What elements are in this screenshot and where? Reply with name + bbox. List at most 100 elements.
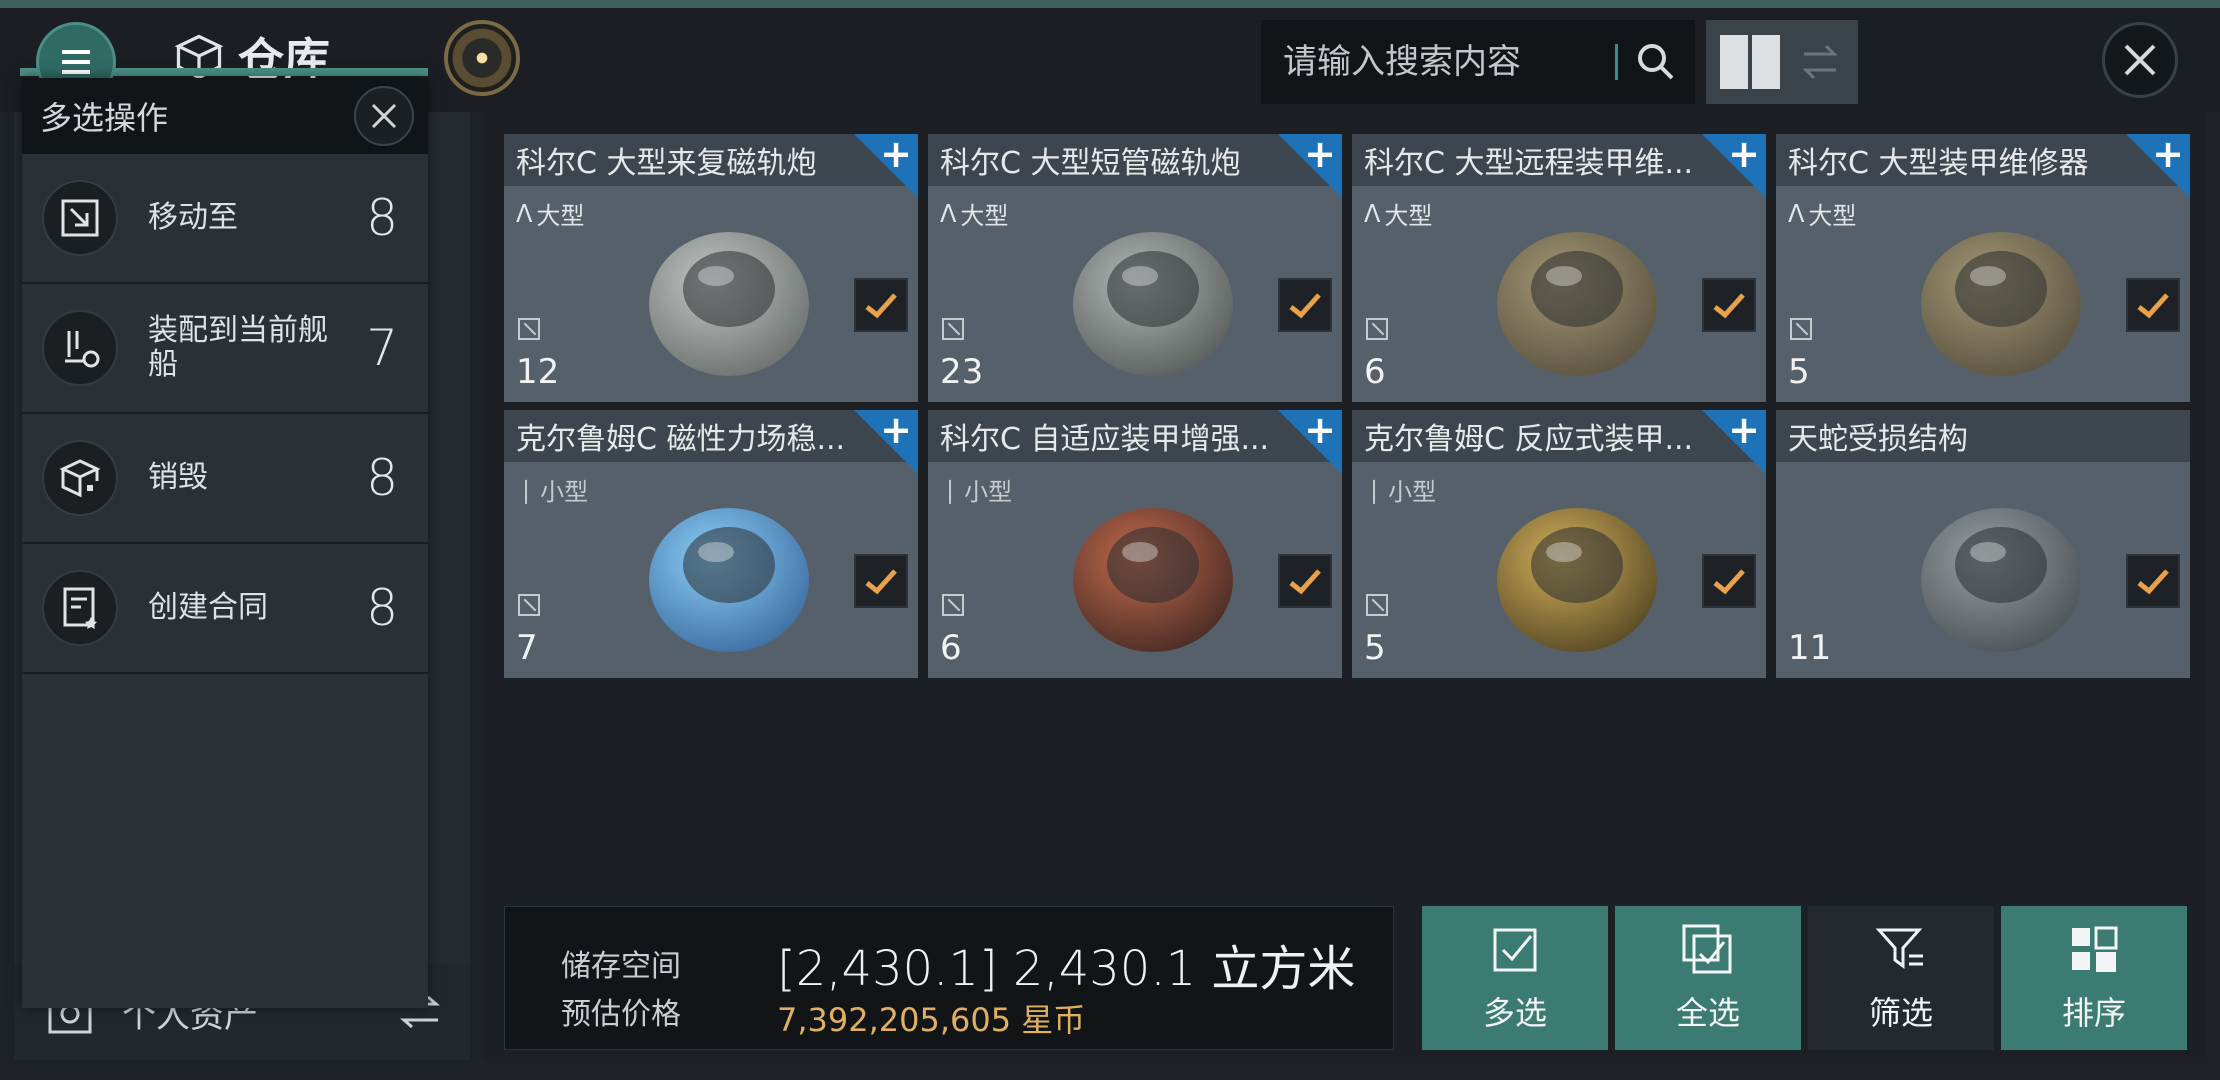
storage-space-label: 储存空间 (561, 949, 681, 984)
unfitted-icon (518, 318, 540, 340)
sort-label: 排序 (2061, 994, 2126, 1032)
item-card[interactable]: 科尔C 大型来复磁轨炮 + ᐱ 大型 12 (504, 134, 918, 402)
item-card[interactable]: 天蛇受损结构 11 (1776, 410, 2190, 678)
item-card[interactable]: 科尔C 大型装甲维修器 + ᐱ 大型 5 (1776, 134, 2190, 402)
item-image-icon (1921, 232, 2081, 376)
item-image-icon (1497, 508, 1657, 652)
item-quantity: 6 (940, 628, 962, 668)
menu-icon (62, 50, 90, 74)
plus-icon[interactable]: + (1304, 410, 1336, 450)
size-class-icon: ᐱ (1788, 199, 1805, 228)
item-size-label: 大型 (1808, 202, 1857, 230)
popup-close-button[interactable] (354, 86, 414, 146)
size-class-icon: ❘ (940, 475, 961, 504)
contract-icon (42, 570, 118, 646)
unfitted-icon (942, 318, 964, 340)
checkmark-icon (1289, 569, 1321, 595)
multi-select-icon (1493, 928, 1537, 972)
item-checkbox[interactable] (1702, 278, 1756, 332)
close-warehouse-button[interactable] (2102, 22, 2178, 98)
swap-view-icon[interactable] (1798, 40, 1842, 84)
view-toggle[interactable] (1706, 20, 1858, 104)
multi-select-popup: 多选操作 移动至 8 装配到当前舰船 7 销毁 8 创建合同 8 (22, 78, 428, 1008)
close-icon (371, 103, 397, 129)
popup-item-count: 8 (366, 189, 398, 247)
item-size-label: 大型 (536, 202, 585, 230)
checkmark-icon (1289, 293, 1321, 319)
popup-item-count: 8 (366, 449, 398, 507)
filter-button[interactable]: 筛选 (1808, 906, 1994, 1050)
plus-icon[interactable]: + (880, 134, 912, 174)
search-icon[interactable] (1632, 38, 1680, 86)
checkmark-icon (865, 569, 897, 595)
select-all-button[interactable]: 全选 (1615, 906, 1801, 1050)
item-checkbox[interactable] (854, 554, 908, 608)
item-size-label: 小型 (540, 478, 589, 506)
item-name: 天蛇受损结构 (1776, 410, 2190, 462)
search-cursor (1615, 44, 1618, 80)
size-class-icon: ❘ (1364, 475, 1385, 504)
fit-ship-icon (42, 310, 118, 386)
popup-title: 多选操作 (40, 99, 169, 137)
sort-icon (2072, 926, 2118, 972)
plus-icon[interactable]: + (1728, 410, 1760, 450)
item-size: ❘ 小型 (516, 472, 588, 507)
item-card[interactable]: 克尔鲁姆C 磁性力场稳... + ❘ 小型 7 (504, 410, 918, 678)
select-all-icon (1682, 924, 1732, 974)
move-to-icon (42, 180, 118, 256)
popup-item-label: 创建合同 (148, 590, 268, 625)
estimated-price-value: 7,392,205,605 星币 (777, 1001, 1086, 1039)
popup-item-move-to[interactable]: 移动至 8 (22, 154, 428, 284)
item-card[interactable]: 克尔鲁姆C 反应式装甲... + ❘ 小型 5 (1352, 410, 1766, 678)
popup-item-fit-ship[interactable]: 装配到当前舰船 7 (22, 284, 428, 414)
top-accent-line (0, 0, 2220, 8)
item-image-icon (1497, 232, 1657, 376)
popup-item-destroy[interactable]: 销毁 8 (22, 414, 428, 544)
popup-item-count: 8 (366, 579, 398, 637)
item-checkbox[interactable] (2126, 278, 2180, 332)
grid-view-icon[interactable] (1720, 35, 1780, 89)
plus-icon[interactable]: + (1728, 134, 1760, 174)
item-size-label: 大型 (1384, 202, 1433, 230)
item-image-icon (1921, 508, 2081, 652)
storage-volume-value: [2,430.1] 2,430.1 立方米 (777, 941, 1356, 997)
unfitted-icon (1366, 318, 1388, 340)
item-size: ❘ 小型 (1364, 472, 1436, 507)
size-class-icon: ᐱ (940, 199, 957, 228)
item-checkbox[interactable] (1702, 554, 1756, 608)
checkmark-icon (1713, 293, 1745, 319)
plus-icon[interactable]: + (1304, 134, 1336, 174)
item-size: ᐱ 大型 (1364, 196, 1432, 231)
item-quantity: 7 (516, 628, 538, 668)
plus-icon[interactable]: + (2152, 134, 2184, 174)
unfitted-icon (942, 594, 964, 616)
select-all-label: 全选 (1675, 994, 1740, 1032)
item-size-label: 小型 (964, 478, 1013, 506)
item-checkbox[interactable] (2126, 554, 2180, 608)
plus-icon[interactable]: + (880, 410, 912, 450)
item-card[interactable]: 科尔C 自适应装甲增强... + ❘ 小型 6 (928, 410, 1342, 678)
filter-label: 筛选 (1868, 994, 1933, 1032)
checkmark-icon (2137, 293, 2169, 319)
search-bar[interactable] (1261, 20, 1695, 104)
status-orb-icon[interactable] (444, 20, 520, 96)
item-image-icon (649, 508, 809, 652)
checkmark-icon (865, 293, 897, 319)
item-card[interactable]: 科尔C 大型短管磁轨炮 + ᐱ 大型 23 (928, 134, 1342, 402)
item-quantity: 23 (940, 352, 984, 392)
search-input[interactable] (1283, 42, 1603, 82)
item-quantity: 6 (1364, 352, 1386, 392)
multi-select-button[interactable]: 多选 (1422, 906, 1608, 1050)
item-checkbox[interactable] (1278, 554, 1332, 608)
item-checkbox[interactable] (854, 278, 908, 332)
filter-icon (1875, 928, 1923, 969)
item-card[interactable]: 科尔C 大型远程装甲维... + ᐱ 大型 6 (1352, 134, 1766, 402)
size-class-icon: ❘ (516, 475, 537, 504)
checkmark-icon (1713, 569, 1745, 595)
item-image-icon (649, 232, 809, 376)
item-quantity: 5 (1788, 352, 1810, 392)
sort-button[interactable]: 排序 (2001, 906, 2187, 1050)
item-checkbox[interactable] (1278, 278, 1332, 332)
popup-item-contract[interactable]: 创建合同 8 (22, 544, 428, 674)
item-quantity: 12 (516, 352, 560, 392)
